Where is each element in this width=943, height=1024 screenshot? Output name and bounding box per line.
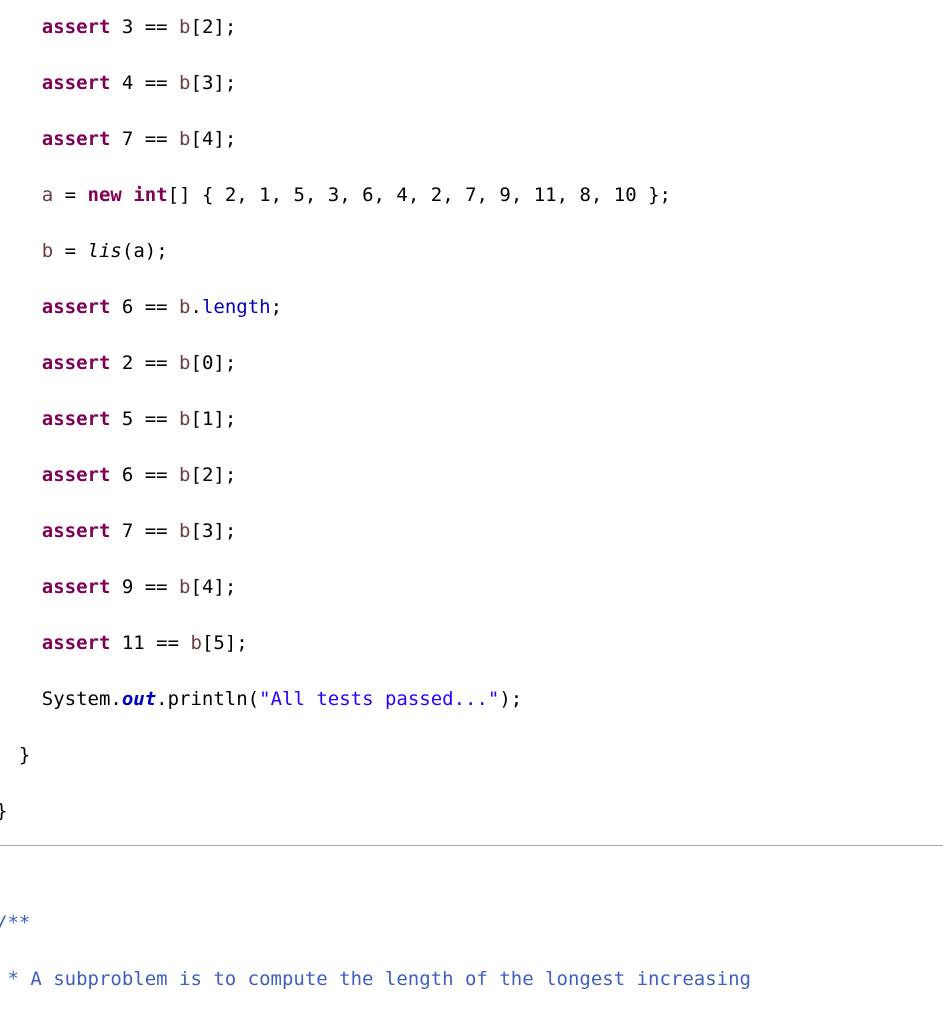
literal: 7 == xyxy=(110,128,180,150)
keyword-assert: assert xyxy=(41,520,111,542)
keyword-assert: assert xyxy=(41,352,111,374)
local-var-b: b xyxy=(179,16,191,38)
array-index: [4]; xyxy=(190,576,237,598)
javadoc-open: /** xyxy=(0,912,31,934)
keyword-assert: assert xyxy=(41,128,111,150)
literal: 3 == xyxy=(110,16,180,38)
array-index: [4]; xyxy=(190,128,237,150)
method-println: .println( xyxy=(156,688,260,710)
closing-brace: } xyxy=(18,744,31,766)
code-line: assert 6 == b[2]; xyxy=(0,461,785,489)
code-line: a = new int[] { 2, 1, 5, 3, 6, 4, 2, 7, … xyxy=(0,181,785,209)
keyword-assert: assert xyxy=(41,408,111,430)
code-line: assert 2 == b[0]; xyxy=(0,349,785,377)
code-editor-viewport[interactable]: assert 3 == b[2]; assert 4 == b[3]; asse… xyxy=(0,0,943,1024)
local-var-b: b xyxy=(190,632,202,654)
keyword-assert: assert xyxy=(41,72,111,94)
code-line: /** xyxy=(0,909,785,937)
literal: 5 == xyxy=(110,408,180,430)
array-index: [2]; xyxy=(190,464,237,486)
local-var-b: b xyxy=(179,464,191,486)
code-line: assert 11 == b[5]; xyxy=(0,629,785,657)
code-line: } xyxy=(0,797,785,825)
source-code-block[interactable]: assert 3 == b[2]; assert 4 == b[3]; asse… xyxy=(0,13,785,1024)
operator: = xyxy=(53,240,88,262)
literal: 6 == xyxy=(110,296,180,318)
javadoc-text: * A subproblem is to compute the length … xyxy=(0,968,751,990)
local-var-b: b xyxy=(179,128,191,150)
call-args: (a); xyxy=(121,240,168,262)
keyword-assert: assert xyxy=(41,632,111,654)
field-length: length xyxy=(201,296,271,318)
literal: 6 == xyxy=(110,464,180,486)
keyword-assert: assert xyxy=(41,576,111,598)
array-index: [1]; xyxy=(190,408,237,430)
literal: 11 == xyxy=(110,632,191,654)
keyword-assert: assert xyxy=(41,296,111,318)
array-index: [2]; xyxy=(190,16,237,38)
operator: = xyxy=(53,184,88,206)
local-var-a: a xyxy=(41,184,54,206)
local-var-b: b xyxy=(179,520,191,542)
literal: 7 == xyxy=(110,520,180,542)
literal: 4 == xyxy=(110,72,180,94)
closing-brace: } xyxy=(0,800,7,822)
semicolon: ; xyxy=(270,296,283,318)
system-qualifier: System. xyxy=(41,688,122,710)
local-var-b: b xyxy=(41,240,54,262)
statement-tail: ); xyxy=(499,688,523,710)
literal: 9 == xyxy=(110,576,180,598)
dot: . xyxy=(190,296,202,318)
code-line: assert 5 == b[1]; xyxy=(0,405,785,433)
code-line: assert 6 == b.length; xyxy=(0,293,785,321)
array-index: [3]; xyxy=(190,520,237,542)
array-initializer: [] { 2, 1, 5, 3, 6, 4, 2, 7, 9, 11, 8, 1… xyxy=(167,184,671,206)
code-line: } xyxy=(0,741,785,769)
local-var-b: b xyxy=(179,408,191,430)
local-var-b: b xyxy=(179,296,191,318)
local-var-b: b xyxy=(179,352,191,374)
keyword-assert: assert xyxy=(41,464,111,486)
code-line: System.out.println("All tests passed..."… xyxy=(0,685,785,713)
code-line: b = lis(a); xyxy=(0,237,785,265)
array-index: [5]; xyxy=(201,632,248,654)
code-line: assert 7 == b[4]; xyxy=(0,125,785,153)
code-line: assert 7 == b[3]; xyxy=(0,517,785,545)
keyword-new: new xyxy=(87,184,122,206)
literal: 2 == xyxy=(110,352,180,374)
array-index: [3]; xyxy=(190,72,237,94)
static-field-out: out xyxy=(121,688,157,710)
string-literal: "All tests passed..." xyxy=(259,688,500,710)
code-line: assert 9 == b[4]; xyxy=(0,573,785,601)
local-var-b: b xyxy=(179,576,191,598)
code-line: assert 3 == b[2]; xyxy=(0,13,785,41)
code-line: assert 4 == b[3]; xyxy=(0,69,785,97)
local-var-b: b xyxy=(179,72,191,94)
keyword-int: int xyxy=(133,184,168,206)
array-index: [0]; xyxy=(190,352,237,374)
static-method-lis: lis xyxy=(87,240,122,262)
code-line: * A subproblem is to compute the length … xyxy=(0,965,785,993)
keyword-assert: assert xyxy=(41,16,111,38)
